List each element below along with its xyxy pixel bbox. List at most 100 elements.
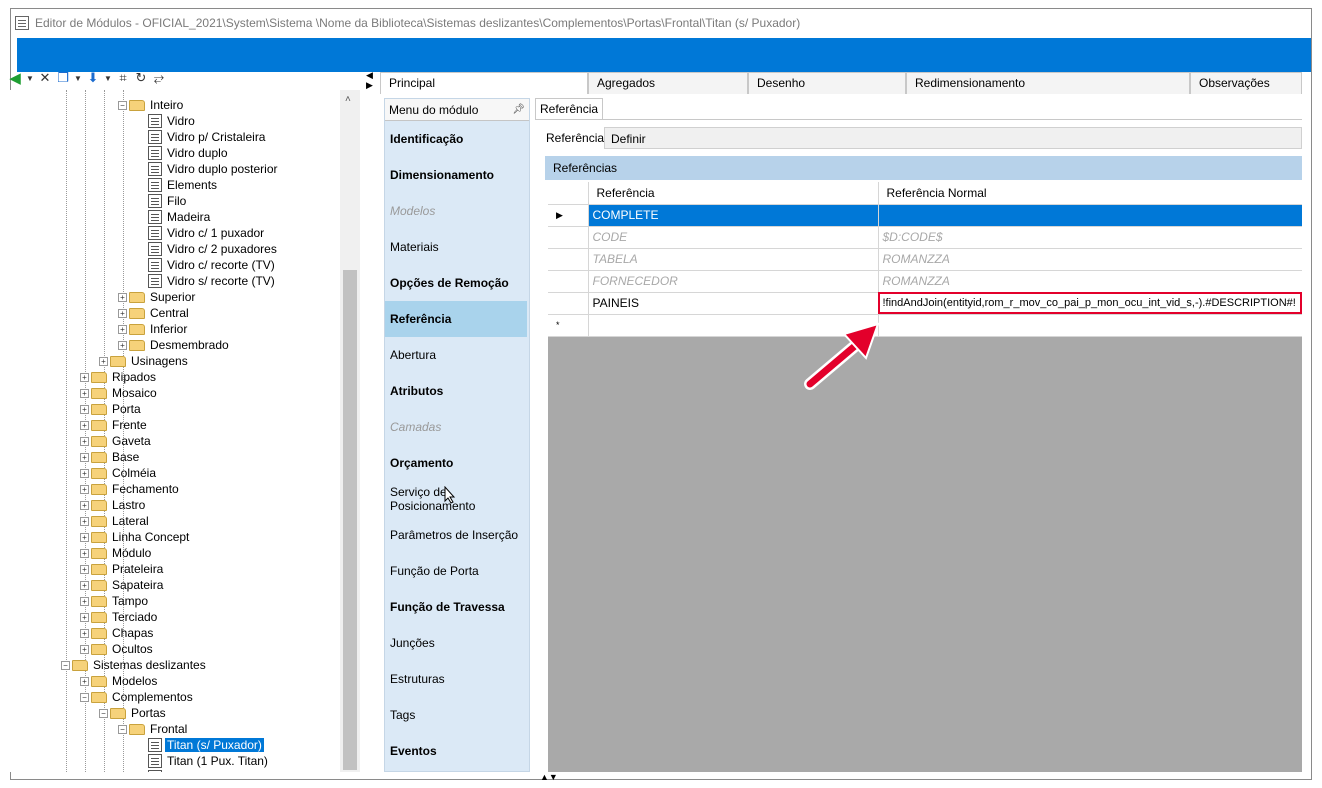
expand-icon[interactable]: + bbox=[80, 436, 89, 446]
expand-icon[interactable]: + bbox=[80, 532, 89, 542]
tree-node[interactable]: − Frontal bbox=[118, 721, 189, 737]
expand-icon[interactable]: + bbox=[80, 628, 89, 638]
expand-icon[interactable]: + bbox=[80, 612, 89, 622]
tree-node[interactable]: − Inteiro bbox=[118, 97, 185, 113]
tree-node[interactable]: − Complementos bbox=[80, 689, 195, 705]
table-row[interactable]: CODE $D:CODE$ bbox=[548, 226, 1302, 249]
expand-icon[interactable]: + bbox=[80, 580, 89, 590]
expand-icon[interactable]: + bbox=[80, 468, 89, 478]
tree-node[interactable]: Elements bbox=[148, 177, 219, 193]
find-icon[interactable]: ⌗ bbox=[116, 69, 130, 87]
cell-referencia-normal[interactable]: $D:CODE$ bbox=[878, 226, 1302, 249]
module-menu-item[interactable]: Função de Travessa bbox=[385, 589, 529, 625]
tree-node[interactable]: + Central bbox=[118, 305, 191, 321]
grid-scroll-arrows[interactable]: ▲▼ bbox=[540, 772, 558, 782]
cell-referencia[interactable]: PAINEIS bbox=[588, 292, 879, 315]
tree-node[interactable]: Madeira bbox=[148, 209, 212, 225]
tab-desenho[interactable]: Desenho bbox=[748, 72, 906, 94]
cell-referencia-normal[interactable] bbox=[878, 204, 1302, 227]
tree-node[interactable]: Titan Mosaico (1 Pux. Titan) bbox=[148, 769, 318, 772]
expand-icon[interactable]: + bbox=[99, 356, 108, 366]
module-tree[interactable]: − Inteiro Vidro Vidro p/ Cristaleira Vidro d… bbox=[6, 90, 346, 772]
row-indicator[interactable] bbox=[548, 292, 589, 315]
expand-icon[interactable]: + bbox=[80, 676, 89, 686]
module-menu-item[interactable]: Atributos bbox=[385, 373, 529, 409]
splitter-arrows[interactable]: ◀ ▶ bbox=[366, 70, 378, 94]
tree-node[interactable]: + Inferior bbox=[118, 321, 189, 337]
chevron-down-icon[interactable]: ▼ bbox=[26, 69, 34, 87]
module-menu-item[interactable]: Referência bbox=[385, 301, 527, 337]
collapse-icon[interactable]: − bbox=[118, 100, 127, 110]
expand-icon[interactable]: + bbox=[80, 404, 89, 414]
tree-node[interactable]: + Fechamento bbox=[80, 481, 181, 497]
tree-node[interactable]: + Colméia bbox=[80, 465, 158, 481]
row-indicator[interactable] bbox=[548, 248, 589, 271]
tree-node[interactable]: + Módulo bbox=[80, 545, 153, 561]
chevron-down-icon[interactable]: ▼ bbox=[104, 69, 112, 87]
tree-node[interactable]: Vidro c/ 1 puxador bbox=[148, 225, 266, 241]
expand-icon[interactable]: + bbox=[80, 564, 89, 574]
tree-node[interactable]: Vidro duplo bbox=[148, 145, 230, 161]
tree-node[interactable]: + Usinagens bbox=[99, 353, 190, 369]
collapse-icon[interactable]: − bbox=[61, 660, 70, 670]
expand-icon[interactable]: + bbox=[80, 548, 89, 558]
tree-node[interactable]: Vidro duplo posterior bbox=[148, 161, 280, 177]
column-header-referencia[interactable]: Referência bbox=[588, 182, 879, 205]
module-menu-item[interactable]: Modelos bbox=[385, 193, 529, 229]
module-menu-item[interactable]: Junções bbox=[385, 625, 529, 661]
tree-node[interactable]: + Chapas bbox=[80, 625, 155, 641]
tree-node[interactable]: Vidro c/ recorte (TV) bbox=[148, 257, 277, 273]
tree-node[interactable]: + Gaveta bbox=[80, 433, 153, 449]
tab-agregados[interactable]: Agregados bbox=[588, 72, 748, 94]
hierarchy-icon[interactable]: ⥂ bbox=[152, 69, 166, 87]
expand-icon[interactable]: + bbox=[118, 324, 127, 334]
tree-node[interactable]: + Ripados bbox=[80, 369, 158, 385]
module-menu-item[interactable]: Orçamento bbox=[385, 445, 529, 481]
module-menu-item[interactable]: Estruturas bbox=[385, 661, 529, 697]
chevron-down-icon[interactable]: ▼ bbox=[74, 69, 82, 87]
tree-node[interactable]: + Porta bbox=[80, 401, 143, 417]
cell-referencia-normal[interactable] bbox=[878, 314, 1302, 337]
module-menu-item[interactable]: Camadas bbox=[385, 409, 529, 445]
tree-node[interactable]: + Modelos bbox=[80, 673, 159, 689]
tree-node[interactable]: + Prateleira bbox=[80, 561, 165, 577]
copy-icon[interactable]: ❐ bbox=[56, 69, 70, 87]
expand-icon[interactable]: + bbox=[80, 372, 89, 382]
referencia-select[interactable]: Definir bbox=[604, 127, 1302, 149]
expand-icon[interactable]: + bbox=[80, 644, 89, 654]
expand-icon[interactable]: + bbox=[80, 596, 89, 606]
module-menu-item[interactable]: Função de Porta bbox=[385, 553, 529, 589]
module-menu-item[interactable]: Materiais bbox=[385, 229, 529, 265]
refresh-icon[interactable]: ↻ bbox=[134, 69, 148, 87]
table-row[interactable]: * bbox=[548, 314, 1302, 337]
cell-referencia[interactable]: COMPLETE bbox=[588, 204, 879, 227]
expand-icon[interactable]: + bbox=[118, 308, 127, 318]
cell-referencia-normal[interactable]: ROMANZZA bbox=[878, 248, 1302, 271]
column-header-referencia-normal[interactable]: Referência Normal bbox=[878, 182, 1302, 205]
scrollbar-thumb[interactable] bbox=[343, 270, 357, 770]
expand-icon[interactable]: + bbox=[80, 388, 89, 398]
cell-referencia-normal[interactable]: ROMANZZA bbox=[878, 270, 1302, 293]
cell-referencia-normal[interactable]: !findAndJoin(entityid,rom_r_mov_co_pai_p… bbox=[878, 292, 1302, 315]
row-indicator[interactable]: ▶ bbox=[548, 204, 589, 227]
module-menu-item[interactable]: Abertura bbox=[385, 337, 529, 373]
tree-node[interactable]: Vidro c/ 2 puxadores bbox=[148, 241, 279, 257]
cell-referencia[interactable]: CODE bbox=[588, 226, 879, 249]
tree-node[interactable]: − Sistemas deslizantes bbox=[61, 657, 208, 673]
row-indicator[interactable] bbox=[548, 226, 589, 249]
table-row[interactable]: ▶ COMPLETE bbox=[548, 204, 1302, 227]
expand-icon[interactable]: + bbox=[80, 500, 89, 510]
tree-node[interactable]: − Portas bbox=[99, 705, 168, 721]
tree-scrollbar[interactable]: ˄ bbox=[340, 90, 360, 772]
expand-icon[interactable]: + bbox=[118, 340, 127, 350]
tree-node[interactable]: Vidro bbox=[148, 113, 197, 129]
module-menu-item[interactable]: Opções de Remoção bbox=[385, 265, 529, 301]
tab-referencia[interactable]: Referência bbox=[535, 98, 604, 120]
tree-node[interactable]: Vidro p/ Cristaleira bbox=[148, 129, 267, 145]
collapse-icon[interactable]: − bbox=[80, 692, 89, 702]
tree-node[interactable]: + Ocultos bbox=[80, 641, 155, 657]
row-indicator[interactable] bbox=[548, 270, 589, 293]
tree-node[interactable]: + Base bbox=[80, 449, 141, 465]
expand-icon[interactable]: + bbox=[80, 420, 89, 430]
row-indicator[interactable]: * bbox=[548, 314, 589, 337]
